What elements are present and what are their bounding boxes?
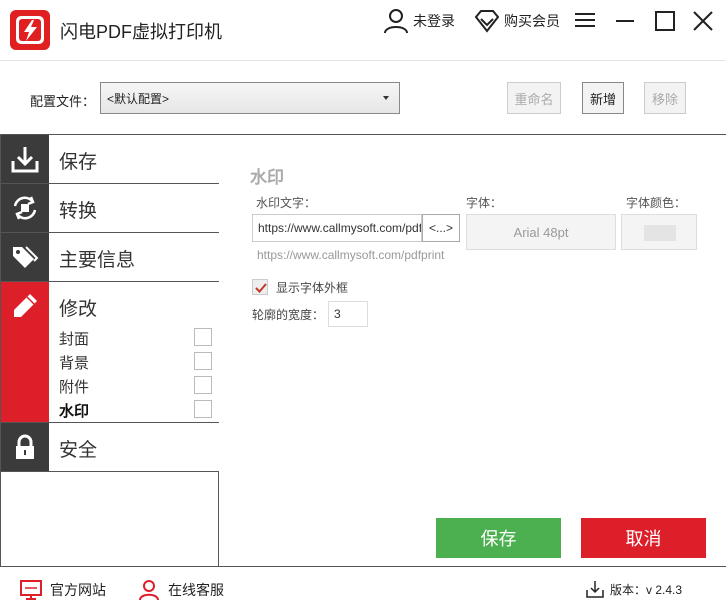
sidebar-item-convert[interactable]: 转换 [1, 184, 219, 233]
sub-item-background[interactable]: 背景 [59, 352, 89, 373]
app-title: 闪电PDF虚拟打印机 [60, 22, 222, 42]
sidebar-item-label: 安全 [59, 440, 98, 461]
watermark-panel: 水印 水印文字： 字体： 字体颜色： https://www.callmysof… [220, 135, 726, 566]
outline-width-input[interactable]: 3 [328, 301, 368, 327]
buy-vip-button[interactable]: 购买会员 [474, 10, 560, 33]
online-service-link[interactable]: 在线客服 [138, 579, 224, 601]
save-button[interactable]: 保存 [436, 518, 561, 558]
menu-icon[interactable] [572, 8, 598, 34]
sidebar-item-modify[interactable]: 修改 封面 背景 附件 水印 [1, 282, 219, 423]
official-website-link[interactable]: 官方网站 [20, 579, 106, 601]
sidebar-item-label: 主要信息 [59, 250, 136, 271]
download-icon [11, 147, 39, 173]
app-logo-icon [10, 10, 50, 50]
watermark-text-input[interactable]: https://www.callmysoft.com/pdfprint [252, 214, 422, 242]
sidebar-item-label: 修改 [59, 299, 98, 320]
watermark-text-hint: https://www.callmysoft.com/pdfprint [257, 248, 445, 262]
official-website-label: 官方网站 [50, 582, 106, 598]
rename-button[interactable]: 重命名 [507, 82, 561, 114]
online-service-label: 在线客服 [168, 582, 224, 598]
tag-icon [13, 246, 39, 268]
cover-checkbox[interactable] [194, 328, 212, 346]
attachment-checkbox[interactable] [194, 376, 212, 394]
check-icon [255, 283, 267, 293]
config-selected-value: <默认配置> [107, 91, 170, 106]
vip-label: 购买会员 [504, 13, 560, 29]
minimize-icon[interactable] [612, 8, 638, 34]
config-select[interactable]: <默认配置> [100, 82, 400, 114]
footer: 官方网站 在线客服 版本：v 2.4.3 [0, 566, 726, 608]
convert-icon [13, 196, 37, 220]
sidebar-item-security[interactable]: 安全 [1, 423, 219, 472]
login-button[interactable]: 未登录 [383, 9, 455, 34]
font-color-picker[interactable] [621, 214, 697, 250]
font-picker-button[interactable]: Arial 48pt [466, 214, 616, 250]
sub-item-watermark[interactable]: 水印 [59, 400, 89, 421]
support-agent-icon [139, 580, 159, 601]
sidebar-item-label: 转换 [59, 201, 98, 222]
cancel-button[interactable]: 取消 [581, 518, 706, 558]
color-swatch [644, 225, 676, 241]
sub-item-attachment[interactable]: 附件 [59, 376, 89, 397]
close-icon[interactable] [690, 8, 716, 34]
macro-button[interactable]: <...> [422, 214, 460, 242]
login-label: 未登录 [413, 13, 455, 29]
background-checkbox[interactable] [194, 352, 212, 370]
version-label: 版本：v 2.4.3 [610, 582, 683, 597]
title-bar: 闪电PDF虚拟打印机 未登录 购买会员 [0, 0, 726, 60]
show-outline-label: 显示字体外框 [276, 281, 349, 295]
chevron-down-icon [383, 96, 389, 100]
diamond-icon [474, 10, 500, 33]
version-info[interactable]: 版本：v 2.4.3 [586, 580, 682, 598]
config-label: 配置文件： [30, 94, 96, 109]
section-title: 水印 [250, 168, 284, 187]
watermark-text-label: 水印文字： [256, 196, 317, 210]
watermark-checkbox[interactable] [194, 400, 212, 418]
sub-item-cover[interactable]: 封面 [59, 328, 89, 349]
maximize-icon[interactable] [652, 8, 678, 34]
remove-config-button[interactable]: 移除 [644, 82, 686, 114]
pencil-icon [14, 294, 37, 317]
monitor-icon [20, 580, 42, 600]
download-icon [586, 581, 604, 598]
config-row: 配置文件： <默认配置> 重命名 新增 移除 [0, 60, 726, 135]
font-color-label: 字体颜色： [626, 196, 687, 210]
new-config-button[interactable]: 新增 [582, 82, 624, 114]
sidebar-item-save[interactable]: 保存 [1, 135, 219, 184]
outline-width-label: 轮廓的宽度： [252, 308, 325, 322]
sidebar-item-label: 保存 [59, 152, 98, 173]
lock-icon [16, 434, 34, 459]
user-icon [384, 9, 408, 34]
sidebar: 保存 转换 主要信息 修改 封面 背景 附件 水印 安全 [0, 135, 219, 566]
sidebar-item-info[interactable]: 主要信息 [1, 233, 219, 282]
font-label: 字体： [466, 196, 503, 210]
show-outline-checkbox[interactable] [252, 279, 268, 295]
